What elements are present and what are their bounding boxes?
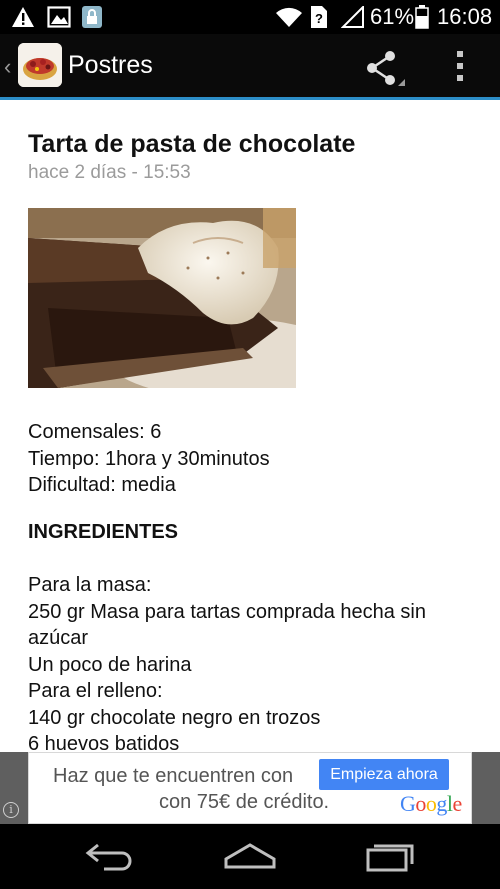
ingredients-heading: INGREDIENTES [28,521,179,543]
ingredient-line: Un poco de harina [28,653,192,676]
ad-box[interactable]: Haz que te encuentren con con 75€ de cré… [28,752,472,824]
ad-info-icon[interactable]: i [3,802,19,818]
overflow-menu-icon[interactable] [440,46,480,86]
up-chevron-icon[interactable]: ‹ [4,54,11,80]
meta-line: Comensales: 6 [28,421,162,443]
recipe-meta: Comensales: 6 Tiempo: 1hora y 30minutos … [28,419,270,499]
ad-text-line1: Haz que te encuentren con [53,765,294,787]
ad-cta-button[interactable]: Empieza ahora [319,759,449,790]
article-content[interactable]: Tarta de pasta de chocolate hace 2 días … [28,100,478,752]
action-bar: ‹ Postres [0,34,500,100]
app-title: Postres [68,51,153,79]
warning-icon [10,5,36,29]
ad-text-line2: con 75€ de crédito. [159,791,330,813]
google-logo: Google [400,791,462,816]
ingredients-list: Para la masa: 250 gr Masa para tartas co… [28,572,458,752]
meta-line: Dificultad: media [28,474,176,496]
app-logo-icon[interactable] [18,43,62,87]
ingredient-line: Para la masa: [28,574,152,596]
battery-icon [412,5,432,29]
ingredient-line: 140 gr chocolate negro en trozos [28,706,321,729]
article-date: hace 2 días - 15:53 [28,162,191,183]
back-icon[interactable] [80,838,140,874]
article-title: Tarta de pasta de chocolate [28,130,356,158]
ingredient-line: 6 huevos batidos [28,733,180,752]
share-icon[interactable] [360,48,406,88]
sim-unknown-icon: ? [308,5,330,29]
recents-icon[interactable] [360,838,420,874]
signal-icon [340,5,366,29]
wifi-icon [274,5,304,29]
battery-percent: 61% [370,4,415,29]
recipe-photo [28,208,296,388]
meta-line: Tiempo: 1hora y 30minutos [28,447,270,470]
ingredient-line: Para el relleno: [28,680,163,702]
clock: 16:08 [437,4,493,29]
ad-banner: i Haz que te encuentren con con 75€ de c… [0,752,500,824]
lock-app-icon [80,5,104,29]
svg-text:?: ? [315,11,323,26]
status-bar: ? 61% 16:08 [0,0,500,34]
image-icon [46,5,72,29]
nav-bar [0,824,500,889]
home-icon[interactable] [220,838,280,874]
ingredient-line: 250 gr Masa para tartas comprada hecha s… [28,600,426,650]
